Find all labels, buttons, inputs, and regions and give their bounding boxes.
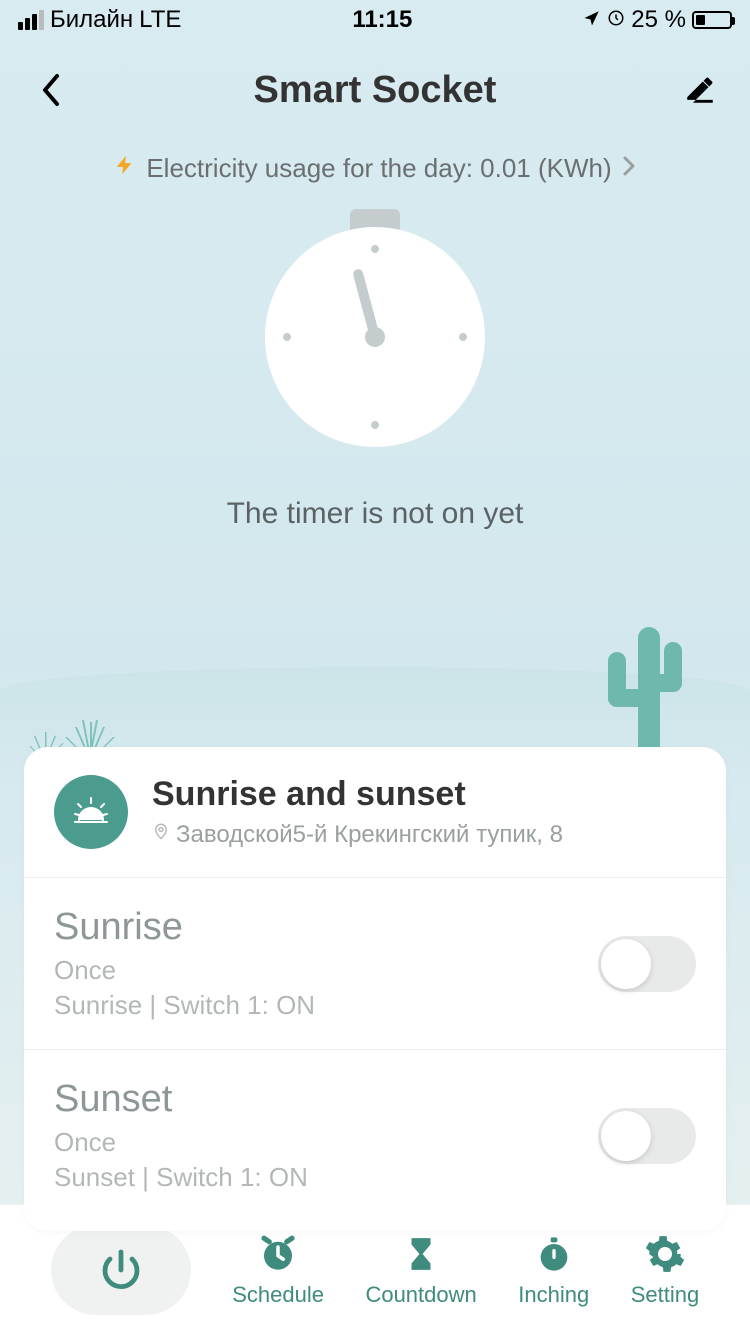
signal-icon (18, 10, 44, 30)
hourglass-icon (399, 1232, 443, 1276)
sunset-toggle[interactable] (598, 1108, 696, 1164)
sunset-detail: Sunset | Switch 1: ON (54, 1162, 598, 1193)
status-right: 25 % (583, 6, 732, 34)
network-label: LTE (139, 6, 181, 34)
alarm-clock-icon (256, 1232, 300, 1276)
card-header[interactable]: Sunrise and sunset Заводской5-й Крекингс… (24, 775, 726, 878)
sunrise-icon (54, 775, 128, 849)
carrier-label: Билайн (50, 6, 133, 34)
card-title: Sunrise and sunset (152, 775, 696, 814)
card-location: Заводской5-й Крекингский тупик, 8 (152, 820, 696, 849)
back-button[interactable] (30, 70, 70, 110)
gear-icon (643, 1232, 687, 1276)
location-text: Заводской5-й Крекингский тупик, 8 (176, 821, 563, 849)
sunrise-toggle[interactable] (598, 936, 696, 992)
sunrise-freq: Once (54, 955, 598, 986)
bolt-icon (114, 150, 136, 187)
header: Smart Socket (0, 40, 750, 140)
nav-inching-label: Inching (518, 1282, 589, 1308)
sunset-freq: Once (54, 1127, 598, 1158)
nav-countdown[interactable]: Countdown (365, 1232, 476, 1308)
timer-status-text: The timer is not on yet (0, 497, 750, 531)
nav-inching[interactable]: Inching (518, 1232, 589, 1308)
clock-label: 11:15 (352, 6, 412, 34)
status-bar: Билайн LTE 11:15 25 % (0, 0, 750, 40)
sunrise-detail: Sunrise | Switch 1: ON (54, 990, 598, 1021)
usage-text: Electricity usage for the day: 0.01 (KWh… (146, 153, 611, 184)
nav-setting[interactable]: Setting (631, 1232, 700, 1308)
sunset-row: Sunset Once Sunset | Switch 1: ON (24, 1050, 726, 1221)
nav-countdown-label: Countdown (365, 1282, 476, 1308)
timer-area: The timer is not on yet (0, 227, 750, 747)
edit-button[interactable] (680, 70, 720, 110)
location-icon (583, 6, 601, 34)
power-button[interactable] (51, 1225, 191, 1315)
battery-percent: 25 % (631, 6, 686, 34)
page-title: Smart Socket (254, 69, 497, 112)
nav-schedule[interactable]: Schedule (232, 1232, 324, 1308)
battery-icon (692, 11, 732, 29)
orientation-lock-icon (607, 6, 625, 34)
sunrise-row: Sunrise Once Sunrise | Switch 1: ON (24, 878, 726, 1050)
electricity-usage-row[interactable]: Electricity usage for the day: 0.01 (KWh… (0, 150, 750, 187)
stopwatch-small-icon (532, 1232, 576, 1276)
status-left: Билайн LTE (18, 6, 181, 34)
sunset-title: Sunset (54, 1078, 598, 1121)
location-pin-icon (152, 820, 170, 849)
nav-setting-label: Setting (631, 1282, 700, 1308)
chevron-right-icon (622, 153, 636, 184)
sunrise-title: Sunrise (54, 906, 598, 949)
stopwatch-icon (265, 227, 485, 447)
sunrise-sunset-card: Sunrise and sunset Заводской5-й Крекингс… (24, 747, 726, 1231)
nav-schedule-label: Schedule (232, 1282, 324, 1308)
